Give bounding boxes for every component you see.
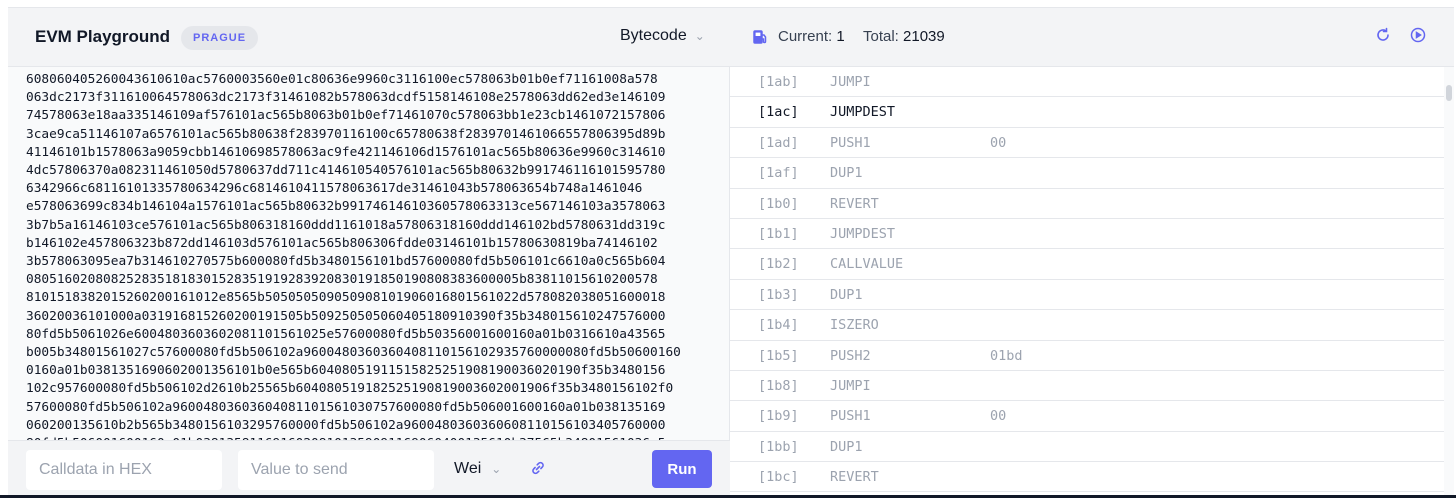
trace-row[interactable]: [1b0] REVERT <box>730 189 1444 219</box>
trace-offset: [1b5] <box>758 347 799 364</box>
trace-row[interactable]: [1b3] DUP1 <box>730 280 1444 311</box>
trace-offset: [1ad] <box>758 134 799 151</box>
trace-row[interactable]: [1af] DUP1 <box>730 158 1444 189</box>
trace-offset: [1b1] <box>758 225 799 242</box>
trace-offset: [1b4] <box>758 317 799 334</box>
trace-row[interactable]: [1ad] PUSH1 00 <box>730 128 1444 159</box>
trace-scrollbar[interactable] <box>1444 67 1454 497</box>
trace-opcode: JUMPI <box>830 74 871 90</box>
bytecode-line: 608060405260043610610ac5760003560e01c806… <box>26 72 658 87</box>
reset-icon[interactable] <box>1375 27 1391 48</box>
bytecode-line: 0805160208082528351818301528351919283920… <box>26 272 658 288</box>
trace-offset: [1af] <box>758 165 799 182</box>
trace-row[interactable]: [1b9] PUSH1 00 <box>730 401 1444 432</box>
run-toolbar: Wei ⌄ Run <box>8 440 730 497</box>
trace-opcode: CALLVALUE <box>830 256 904 273</box>
trace-opcode: DUP1 <box>830 165 863 182</box>
bytecode-line: 41146101b1578063a9059cbb14610698578063ac… <box>26 144 666 160</box>
trace-opcode: PUSH1 <box>830 408 871 425</box>
evm-playground-app: EVM Playground PRAGUE Bytecode ⌄ 6080604… <box>8 7 1454 497</box>
trace-row[interactable]: [1b2] CALLVALUE <box>730 249 1444 280</box>
link-icon[interactable] <box>530 460 546 481</box>
mode-select-value: Bytecode <box>620 27 687 44</box>
play-icon[interactable] <box>1410 27 1426 48</box>
bytecode-line: 060200135610b2b565b3480156103295760000fd… <box>26 417 666 433</box>
bytecode-line: 74578063e18aa335146109af576101ac565b8063… <box>26 108 666 124</box>
execution-header: Current: 1 Total: 21039 <box>730 8 1454 67</box>
trace-row[interactable]: [1b1] JUMPDEST <box>730 219 1444 250</box>
bytecode-line: 4dc57806370a082311461050d5780637dd711c41… <box>26 163 666 179</box>
gas-total-value: 21039 <box>903 28 945 45</box>
fork-badge: PRAGUE <box>181 26 259 50</box>
trace-opcode: JUMPI <box>830 377 871 394</box>
trace-offset: [1ac] <box>758 104 799 121</box>
bytecode-line: 3b7b5a16146103ce576101ac565b806318160ddd… <box>26 217 666 233</box>
trace-opcode: JUMPDEST <box>830 225 896 242</box>
gas-current-label: Current: <box>778 28 833 45</box>
run-button[interactable]: Run <box>652 450 712 488</box>
trace-row[interactable]: [1bc] REVERT <box>730 462 1444 493</box>
trace-row[interactable]: [1ab] JUMPI <box>730 67 1444 98</box>
bytecode-line: 3cae9ca51146107a6576101ac565b80638f28397… <box>26 126 666 142</box>
trace-opcode: PUSH2 <box>830 347 871 364</box>
trace-argument: 00 <box>990 134 1007 151</box>
trace-opcode: REVERT <box>830 195 879 212</box>
bytecode-line: e578063699c834b146104a1576101ac565b80632… <box>26 199 666 215</box>
trace-opcode: ISZERO <box>830 317 879 334</box>
app-title: EVM Playground <box>35 27 171 46</box>
bytecode-line: 6342966c68116101335780634296c68146104115… <box>26 181 643 197</box>
trace-offset: [1b3] <box>758 286 799 303</box>
trace-argument: 00 <box>990 408 1007 425</box>
bytecode-line: 3b578063095ea7b314610270575b600080fd5b34… <box>26 254 666 270</box>
gas-pump-icon <box>752 29 768 50</box>
chevron-down-icon: ⌄ <box>694 29 705 43</box>
mode-select[interactable]: Bytecode ⌄ <box>620 27 705 45</box>
bytecode-line: 0160a01b0381351690602001356101b0e565b604… <box>26 363 666 379</box>
trace-row[interactable]: [1ac] JUMPDEST <box>730 97 1444 128</box>
trace-row[interactable]: [1bb] DUP1 <box>730 432 1444 463</box>
trace-offset: [1bb] <box>758 438 799 455</box>
bytecode-line: 8101518382015260200161012e8565b505050509… <box>26 290 666 306</box>
editor-panel: EVM Playground PRAGUE Bytecode ⌄ 6080604… <box>8 8 730 497</box>
trace-opcode: DUP1 <box>830 286 863 303</box>
gas-current: Current: 1 <box>778 28 845 45</box>
opcode-trace-list: [1ab] JUMPI [1ac] JUMPDEST [1ad] PUSH1 00 [1af]… <box>730 67 1444 497</box>
value-input[interactable] <box>238 450 434 490</box>
trace-offset: [1ab] <box>758 74 799 90</box>
trace-opcode: DUP1 <box>830 438 863 455</box>
trace-opcode: REVERT <box>830 469 879 486</box>
gas-current-value: 1 <box>836 28 845 45</box>
bytecode-line: 57600080fd5b506102a960048036036040811015… <box>26 399 666 415</box>
trace-row[interactable]: [1b8] JUMPI <box>730 371 1444 402</box>
scrollbar-thumb[interactable] <box>1446 85 1452 101</box>
execution-panel: Current: 1 Total: 21039 [1ab] JUMPI [1ac… <box>730 8 1454 497</box>
trace-offset: [1b9] <box>758 408 799 425</box>
bytecode-line: 80fd5b5061026e6004803603602081101561025e… <box>26 326 666 342</box>
trace-row[interactable]: [1b5] PUSH2 01bd <box>730 341 1444 371</box>
trace-offset: [1b2] <box>758 256 799 273</box>
trace-opcode: JUMPDEST <box>830 104 896 121</box>
trace-argument: 01bd <box>990 347 1023 364</box>
bytecode-line: 102c957600080fd5b506102d2610b25565b60408… <box>26 381 674 397</box>
bytecode-editor[interactable]: 608060405260043610610ac5760003560e01c806… <box>26 71 724 440</box>
unit-select-value: Wei <box>454 460 482 477</box>
bytecode-line: 36020036101000a031916815260200191505b509… <box>26 308 666 324</box>
trace-offset: [1bc] <box>758 469 799 486</box>
editor-header: EVM Playground PRAGUE Bytecode ⌄ <box>8 8 730 67</box>
trace-offset: [1b0] <box>758 195 799 212</box>
gas-total-label: Total: <box>863 28 899 45</box>
gas-total: Total: 21039 <box>863 28 945 45</box>
trace-row[interactable]: [1b4] ISZERO <box>730 310 1444 341</box>
calldata-input[interactable] <box>26 450 222 490</box>
chevron-down-icon: ⌄ <box>491 462 502 476</box>
trace-opcode: PUSH1 <box>830 134 871 151</box>
unit-select[interactable]: Wei ⌄ <box>454 460 501 478</box>
bytecode-line: b005b34801561027c57600080fd5b506102a9600… <box>26 345 681 361</box>
bytecode-line: 063dc2173f311610064578063dc2173f31461082… <box>26 90 666 106</box>
trace-offset: [1b8] <box>758 377 799 394</box>
bytecode-line: b146102e457806323b872dd146103d576101ac56… <box>26 235 658 251</box>
